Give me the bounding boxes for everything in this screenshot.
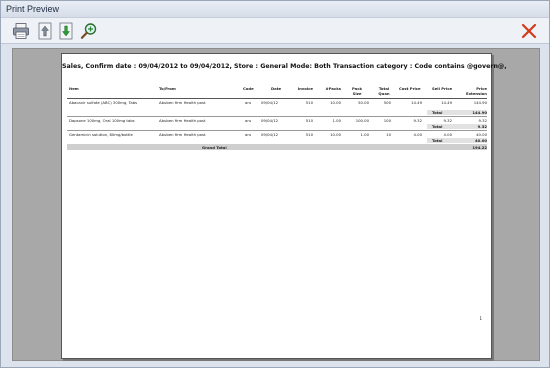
cell-tofrom: Abuben firm Health post bbox=[159, 118, 206, 123]
cell-cost-price: 9.32 bbox=[413, 118, 422, 123]
cell-code: aru bbox=[245, 118, 252, 123]
grand-total-label: Grand Total bbox=[202, 144, 227, 150]
print-icon bbox=[13, 23, 29, 39]
page-number: 1 bbox=[479, 316, 482, 321]
header-date: Date bbox=[271, 86, 282, 91]
subtotal-label: Total bbox=[432, 138, 443, 143]
header-pack-size: Pack Size bbox=[345, 86, 369, 96]
cell-pack-size: 100.00 bbox=[355, 118, 369, 123]
cell-tofrom: Abuben firm Health post bbox=[159, 132, 206, 137]
cell-pack-size: 50.00 bbox=[358, 100, 369, 105]
header-rule bbox=[67, 98, 487, 99]
header-pack-size-line2: Size bbox=[352, 90, 362, 96]
row-rule bbox=[67, 116, 487, 117]
cell-invoice: 510 bbox=[305, 132, 313, 137]
cell-packs: 10.00 bbox=[330, 132, 341, 137]
header-price-extension: Price Extension bbox=[457, 86, 487, 96]
header-total-quan-line2: Quan bbox=[378, 90, 390, 96]
header-item: Item bbox=[69, 86, 79, 91]
preview-area[interactable]: Sales, Confirm date : 09/04/2012 to 09/0… bbox=[12, 48, 540, 361]
zoom-icon bbox=[80, 23, 97, 39]
cell-item: Dapsone 100mg, Oral 100mg tabs bbox=[69, 118, 135, 123]
cell-tofrom: Abuben firm Health post bbox=[159, 100, 206, 105]
cell-sell-price: 9.32 bbox=[443, 118, 452, 123]
cell-cost-price: 4.00 bbox=[413, 132, 422, 137]
subtotal-value: 40.00 bbox=[474, 138, 487, 143]
row-rule bbox=[67, 130, 487, 131]
cell-pack-size: 1.00 bbox=[360, 132, 369, 137]
toolbar bbox=[1, 18, 549, 44]
cell-code: aru bbox=[245, 100, 252, 105]
grand-total-bar bbox=[67, 144, 487, 150]
close-icon bbox=[521, 23, 537, 39]
print-preview-window: Print Preview Sales, Confirm date: 09/0… bbox=[0, 0, 550, 368]
window-title: Print Preview bbox=[1, 1, 549, 18]
close-button[interactable] bbox=[519, 21, 539, 41]
header-total-quan: Total Quan bbox=[372, 86, 396, 96]
header-invoice: Invoice bbox=[297, 86, 313, 91]
cell-code: aru bbox=[245, 132, 252, 137]
page-up-icon bbox=[38, 22, 52, 40]
grand-total-value: 194.22 bbox=[472, 144, 487, 150]
header-price-extension-line2: Extension bbox=[465, 90, 487, 96]
report-title: Sales, Confirm date : 09/04/2012 to 09/0… bbox=[62, 63, 507, 70]
cell-date: 09/04/12 bbox=[261, 132, 279, 137]
cell-total-quan: 500 bbox=[383, 100, 391, 105]
subtotal-value: 144.90 bbox=[472, 110, 487, 115]
subtotal-label: Total bbox=[432, 110, 443, 115]
subtotal-label: Total bbox=[432, 124, 443, 129]
cell-invoice: 510 bbox=[305, 118, 313, 123]
cell-price-extension: 40.00 bbox=[476, 132, 487, 137]
cell-sell-price: 14.49 bbox=[441, 100, 452, 105]
header-tofrom: To/From bbox=[159, 86, 176, 91]
cell-total-quan: 10 bbox=[386, 132, 391, 137]
cell-total-quan: 100 bbox=[383, 118, 391, 123]
cell-item: Abacavir sulfate (ABC) 300mg, Tabs bbox=[69, 100, 138, 105]
subtotal-value: 9.32 bbox=[477, 124, 487, 129]
header-code: Code bbox=[243, 86, 254, 91]
header-cost-price: Cost Price bbox=[399, 86, 421, 91]
header-packs: #Packs bbox=[325, 86, 341, 91]
next-page-button[interactable] bbox=[56, 21, 76, 41]
zoom-button[interactable] bbox=[79, 21, 99, 41]
cell-packs: 10.00 bbox=[330, 100, 341, 105]
cell-date: 09/04/12 bbox=[261, 118, 279, 123]
previous-page-button[interactable] bbox=[35, 21, 55, 41]
cell-date: 09/04/12 bbox=[261, 100, 279, 105]
cell-price-extension: 9.32 bbox=[478, 118, 487, 123]
cell-packs: 1.00 bbox=[332, 118, 341, 123]
cell-invoice: 510 bbox=[305, 100, 313, 105]
page-down-icon bbox=[59, 22, 73, 40]
cell-cost-price: 14.49 bbox=[411, 100, 422, 105]
header-sell-price: Sell Price bbox=[432, 86, 453, 91]
cell-sell-price: 4.00 bbox=[443, 132, 452, 137]
cell-item: Gentamicin solution, 80mg/bottle bbox=[69, 132, 133, 137]
print-button[interactable] bbox=[11, 21, 31, 41]
report-page: Sales, Confirm date : 09/04/2012 to 09/0… bbox=[61, 53, 507, 359]
cell-price-extension: 144.90 bbox=[473, 100, 487, 105]
